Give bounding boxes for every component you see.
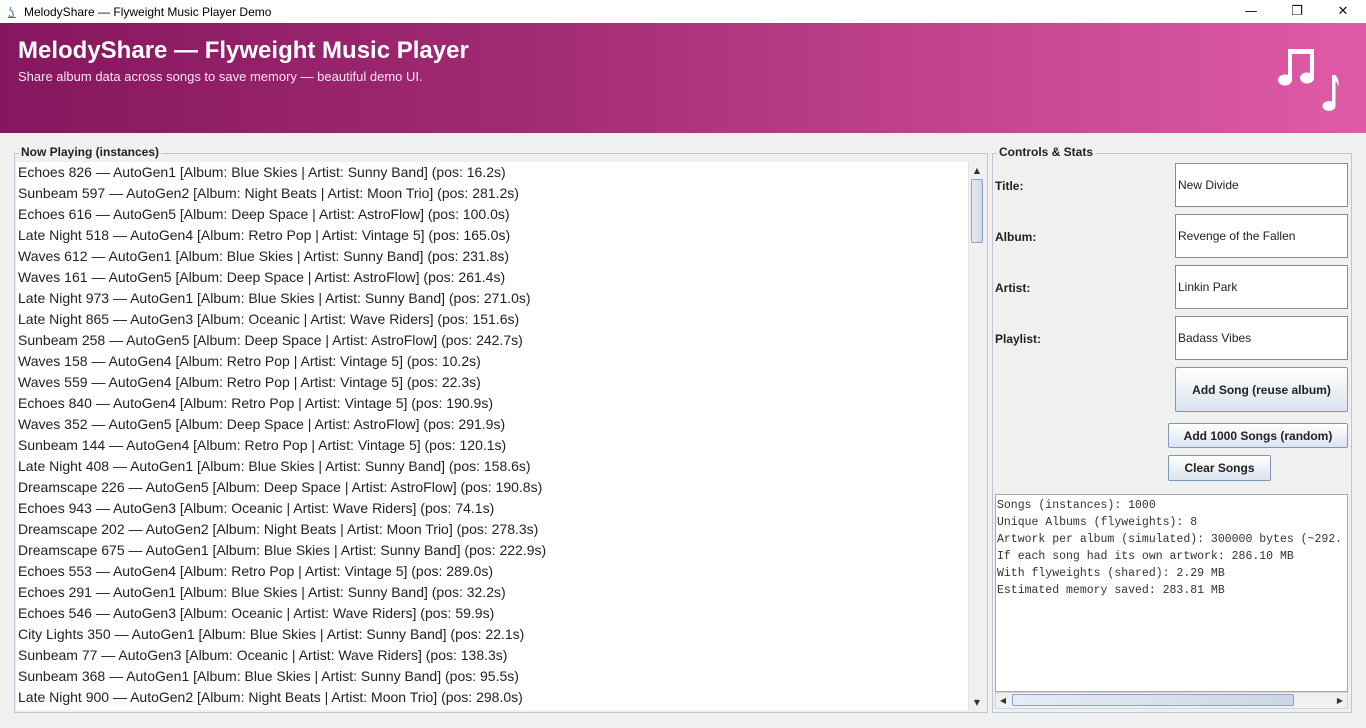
artist-label: Artist:: [995, 281, 1031, 295]
song-list-item[interactable]: Late Night 900 — AutoGen2 [Album: Night …: [16, 687, 968, 708]
song-list-item[interactable]: Waves 612 — AutoGen1 [Album: Blue Skies …: [16, 246, 968, 267]
song-list-item[interactable]: Echoes 553 — AutoGen4 [Album: Retro Pop …: [16, 561, 968, 582]
minimize-button[interactable]: —: [1228, 0, 1274, 23]
stat-line: Unique Albums (flyweights): 8: [997, 516, 1198, 529]
app-subtitle: Share album data across songs to save me…: [18, 69, 423, 84]
song-list-scrollbar[interactable]: ▲ ▼: [968, 162, 985, 710]
scroll-up-arrow-icon[interactable]: ▲: [969, 162, 985, 178]
title-field[interactable]: [1175, 163, 1348, 207]
song-list-item[interactable]: Dreamscape 202 — AutoGen2 [Album: Night …: [16, 519, 968, 540]
song-list-item[interactable]: Waves 559 — AutoGen4 [Album: Retro Pop |…: [16, 372, 968, 393]
song-list-item[interactable]: Sunbeam 258 — AutoGen5 [Album: Deep Spac…: [16, 330, 968, 351]
song-list-item[interactable]: Sunbeam 597 — AutoGen2 [Album: Night Bea…: [16, 183, 968, 204]
close-button[interactable]: ✕: [1320, 0, 1366, 23]
stat-line: Songs (instances): 1000: [997, 499, 1156, 512]
song-list-item[interactable]: Echoes 840 — AutoGen4 [Album: Retro Pop …: [16, 393, 968, 414]
song-list[interactable]: Echoes 826 — AutoGen1 [Album: Blue Skies…: [16, 162, 968, 710]
song-list-item[interactable]: Dreamscape 226 — AutoGen5 [Album: Deep S…: [16, 477, 968, 498]
add-1000-songs-button[interactable]: Add 1000 Songs (random): [1168, 423, 1348, 448]
stat-line: Artwork per album (simulated): 300000 by…: [997, 533, 1343, 546]
song-list-item[interactable]: Dreamscape 675 — AutoGen1 [Album: Blue S…: [16, 540, 968, 561]
stat-line: With flyweights (shared): 2.29 MB: [997, 567, 1225, 580]
song-list-item[interactable]: Echoes 826 — AutoGen1 [Album: Blue Skies…: [16, 162, 968, 183]
title-label: Title:: [995, 179, 1024, 193]
clear-songs-button[interactable]: Clear Songs: [1168, 455, 1271, 481]
song-list-item[interactable]: Late Night 518 — AutoGen4 [Album: Retro …: [16, 225, 968, 246]
song-list-item[interactable]: Waves 161 — AutoGen5 [Album: Deep Space …: [16, 267, 968, 288]
header-banner: MelodyShare — Flyweight Music Player Sha…: [0, 23, 1366, 133]
java-app-icon: [4, 4, 20, 20]
controls-title: Controls & Stats: [997, 145, 1096, 159]
window-titlebar: MelodyShare — Flyweight Music Player Dem…: [0, 0, 1366, 23]
song-list-item[interactable]: Sunbeam 144 — AutoGen4 [Album: Retro Pop…: [16, 435, 968, 456]
scroll-left-arrow-icon[interactable]: ◀: [996, 693, 1010, 708]
music-notes-icon: [1278, 49, 1339, 111]
song-list-item[interactable]: Echoes 616 — AutoGen5 [Album: Deep Space…: [16, 204, 968, 225]
stats-horizontal-scrollbar[interactable]: ◀ ▶: [995, 692, 1348, 709]
stat-line: If each song had its own artwork: 286.10…: [997, 550, 1294, 563]
app-heading: MelodyShare — Flyweight Music Player: [18, 37, 469, 64]
song-list-item[interactable]: Sunbeam 368 — AutoGen1 [Album: Blue Skie…: [16, 666, 968, 687]
window-title: MelodyShare — Flyweight Music Player Dem…: [24, 4, 272, 19]
scroll-thumb[interactable]: [971, 179, 983, 243]
song-list-item[interactable]: Sunbeam 77 — AutoGen3 [Album: Oceanic | …: [16, 645, 968, 666]
now-playing-title: Now Playing (instances): [19, 145, 162, 159]
song-list-item[interactable]: Waves 352 — AutoGen5 [Album: Deep Space …: [16, 414, 968, 435]
add-song-button[interactable]: Add Song (reuse album): [1175, 367, 1348, 412]
song-list-item[interactable]: Late Night 973 — AutoGen1 [Album: Blue S…: [16, 288, 968, 309]
song-list-item[interactable]: Echoes 291 — AutoGen1 [Album: Blue Skies…: [16, 582, 968, 603]
maximize-button[interactable]: ❐: [1274, 0, 1320, 23]
album-field[interactable]: [1175, 214, 1348, 258]
song-list-item[interactable]: City Lights 350 — AutoGen1 [Album: Blue …: [16, 624, 968, 645]
stat-line: Estimated memory saved: 283.81 MB: [997, 584, 1225, 597]
album-label: Album:: [995, 230, 1037, 244]
song-list-item[interactable]: Late Night 865 — AutoGen3 [Album: Oceani…: [16, 309, 968, 330]
song-list-item[interactable]: Waves 158 — AutoGen4 [Album: Retro Pop |…: [16, 351, 968, 372]
song-list-item[interactable]: Late Night 408 — AutoGen1 [Album: Blue S…: [16, 456, 968, 477]
scroll-down-arrow-icon[interactable]: ▼: [969, 694, 985, 710]
song-list-item[interactable]: Echoes 546 — AutoGen3 [Album: Oceanic | …: [16, 603, 968, 624]
song-list-item[interactable]: Echoes 943 — AutoGen3 [Album: Oceanic | …: [16, 498, 968, 519]
playlist-field[interactable]: [1175, 316, 1348, 360]
playlist-label: Playlist:: [995, 332, 1042, 346]
scroll-right-arrow-icon[interactable]: ▶: [1333, 693, 1347, 708]
stats-output: Songs (instances): 1000 Unique Albums (fl…: [995, 494, 1348, 692]
stats-scroll-thumb[interactable]: [1012, 694, 1294, 706]
artist-field[interactable]: [1175, 265, 1348, 309]
